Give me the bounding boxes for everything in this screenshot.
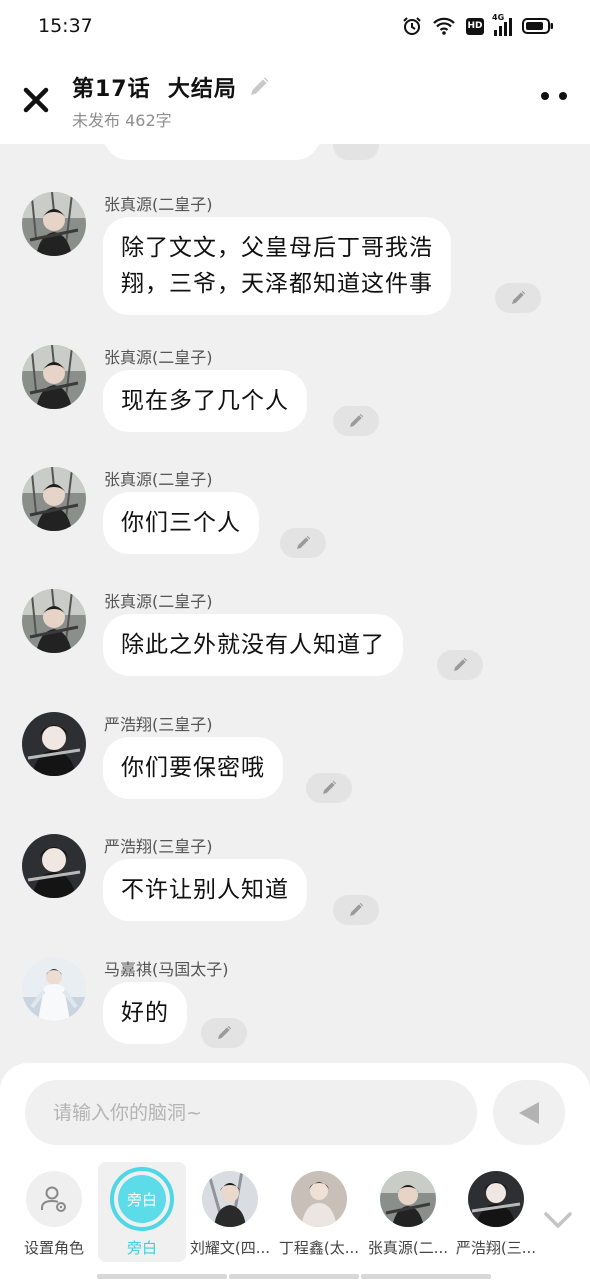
pencil-icon <box>297 535 311 549</box>
scroll-indicator <box>97 1274 227 1279</box>
character-zhang[interactable]: 张真源(二... <box>364 1162 452 1262</box>
message-input[interactable] <box>51 1100 451 1125</box>
character-yan[interactable]: 严浩翔(三... <box>452 1162 540 1262</box>
message-text: 不许让别人知道 <box>121 877 289 903</box>
message-text: 好的 <box>121 1000 169 1026</box>
pencil-icon <box>350 902 364 916</box>
sender-name: 张真源(二皇子) <box>104 470 213 489</box>
message-text: 除了文文，父皇母后丁哥我浩 <box>121 235 433 261</box>
message-bubble[interactable]: 现在多了几个人 <box>103 370 307 432</box>
header: 第17话 大结局 未发布 462字 <box>0 52 590 144</box>
character-label: 刘耀文(四... <box>189 1239 271 1257</box>
edit-message-button[interactable] <box>306 773 352 803</box>
send-button[interactable] <box>493 1080 565 1145</box>
battery-icon <box>522 18 553 34</box>
sender-name: 张真源(二皇子) <box>104 592 213 611</box>
avatar[interactable] <box>22 957 86 1021</box>
alarm-icon <box>403 17 421 35</box>
sender-name: 张真源(二皇子) <box>104 348 213 367</box>
message-bubble[interactable]: 除了文文，父皇母后丁哥我浩 翔，三爷，天泽都知道这件事 <box>103 217 451 315</box>
character-label: 丁程鑫(太... <box>278 1239 360 1257</box>
close-icon[interactable] <box>18 82 54 118</box>
edit-message-button[interactable] <box>333 406 379 436</box>
user-settings-icon <box>26 1171 82 1227</box>
message-bubble[interactable]: 好的 <box>103 982 187 1044</box>
avatar[interactable] <box>22 467 86 531</box>
input-panel: 设置角色 旁白 旁白 刘耀文(四... <box>0 1063 590 1280</box>
character-label: 严浩翔(三... <box>455 1239 537 1257</box>
message-input-box[interactable] <box>25 1080 477 1145</box>
pencil-icon <box>512 290 526 304</box>
edit-message-button[interactable] <box>201 1018 247 1048</box>
avatar[interactable] <box>22 192 86 256</box>
page-title: 第17话 大结局 <box>72 77 237 102</box>
edit-message-button[interactable] <box>437 650 483 680</box>
title-row: 第17话 大结局 <box>72 71 271 103</box>
sender-name: 马嘉祺(马国太子) <box>104 960 229 979</box>
avatar[interactable] <box>22 834 86 898</box>
send-icon <box>519 1101 539 1124</box>
scroll-indicator <box>229 1274 359 1279</box>
message-bubble[interactable]: 除此之外就没有人知道了 <box>103 614 403 676</box>
edit-message-button[interactable] <box>333 895 379 925</box>
sender-name: 张真源(二皇子) <box>104 195 213 214</box>
character-ding[interactable]: 丁程鑫(太... <box>275 1162 363 1262</box>
avatar[interactable] <box>22 712 86 776</box>
status-bar: 15:37 HD 4G <box>0 0 590 52</box>
set-character-button[interactable]: 设置角色 <box>10 1162 98 1262</box>
scroll-indicator <box>361 1274 491 1279</box>
message-text: 现在多了几个人 <box>121 388 289 414</box>
avatar[interactable] <box>22 345 86 409</box>
edit-message-button[interactable] <box>280 528 326 558</box>
edit-message-button[interactable] <box>495 283 541 313</box>
narrator-avatar: 旁白 <box>110 1167 174 1231</box>
character-label: 旁白 <box>126 1239 157 1257</box>
message-bubble[interactable]: 你们要保密哦 <box>103 737 283 799</box>
avatar <box>202 1171 258 1227</box>
narrator-badge: 旁白 <box>118 1175 166 1223</box>
character-label: 张真源(二... <box>367 1239 449 1257</box>
sender-name: 严浩翔(三皇子) <box>104 837 213 856</box>
message-bubble-partial[interactable] <box>103 144 321 160</box>
chapter-status: 未发布 462字 <box>72 111 172 130</box>
edit-message-button[interactable] <box>333 144 379 160</box>
pencil-icon <box>218 1025 232 1039</box>
character-narrator[interactable]: 旁白 旁白 <box>98 1162 186 1262</box>
status-icons: HD 4G <box>402 13 554 36</box>
pencil-icon <box>454 657 468 671</box>
avatar <box>468 1171 524 1227</box>
sender-name: 严浩翔(三皇子) <box>104 715 213 734</box>
message-text: 除此之外就没有人知道了 <box>121 632 385 658</box>
wifi-icon <box>433 17 455 35</box>
avatar <box>291 1171 347 1227</box>
character-liu[interactable]: 刘耀文(四... <box>186 1162 274 1262</box>
message-bubble[interactable]: 不许让别人知道 <box>103 859 307 921</box>
status-time: 15:37 <box>38 15 93 37</box>
signal-icon: 4G <box>492 13 512 36</box>
avatar <box>380 1171 436 1227</box>
chevron-down-icon[interactable] <box>542 1210 574 1230</box>
pencil-icon <box>323 780 337 794</box>
message-bubble[interactable]: 你们三个人 <box>103 492 259 554</box>
more-icon[interactable] <box>540 90 568 102</box>
network-type: 4G <box>492 13 505 22</box>
message-text: 你们要保密哦 <box>121 755 265 781</box>
message-text: 翔，三爷，天泽都知道这件事 <box>121 271 433 297</box>
character-bar: 设置角色 旁白 旁白 刘耀文(四... 丁程鑫(太... 张真源(二... 严浩… <box>0 1162 590 1272</box>
avatar[interactable] <box>22 589 86 653</box>
pencil-icon <box>350 413 364 427</box>
message-text: 你们三个人 <box>121 510 241 536</box>
hd-icon: HD <box>466 17 484 35</box>
chat-area[interactable]: 张真源(二皇子) 除了文文，父皇母后丁哥我浩 翔，三爷，天泽都知道这件事 张真源… <box>0 144 590 1064</box>
character-label: 设置角色 <box>23 1239 84 1257</box>
pencil-icon[interactable] <box>247 75 271 99</box>
